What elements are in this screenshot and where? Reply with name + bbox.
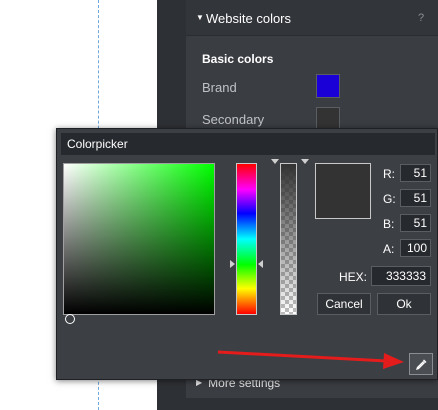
annotation-arrow xyxy=(217,350,404,369)
screen: ▼ Website colors ? Basic colors Brand Se… xyxy=(0,0,438,410)
